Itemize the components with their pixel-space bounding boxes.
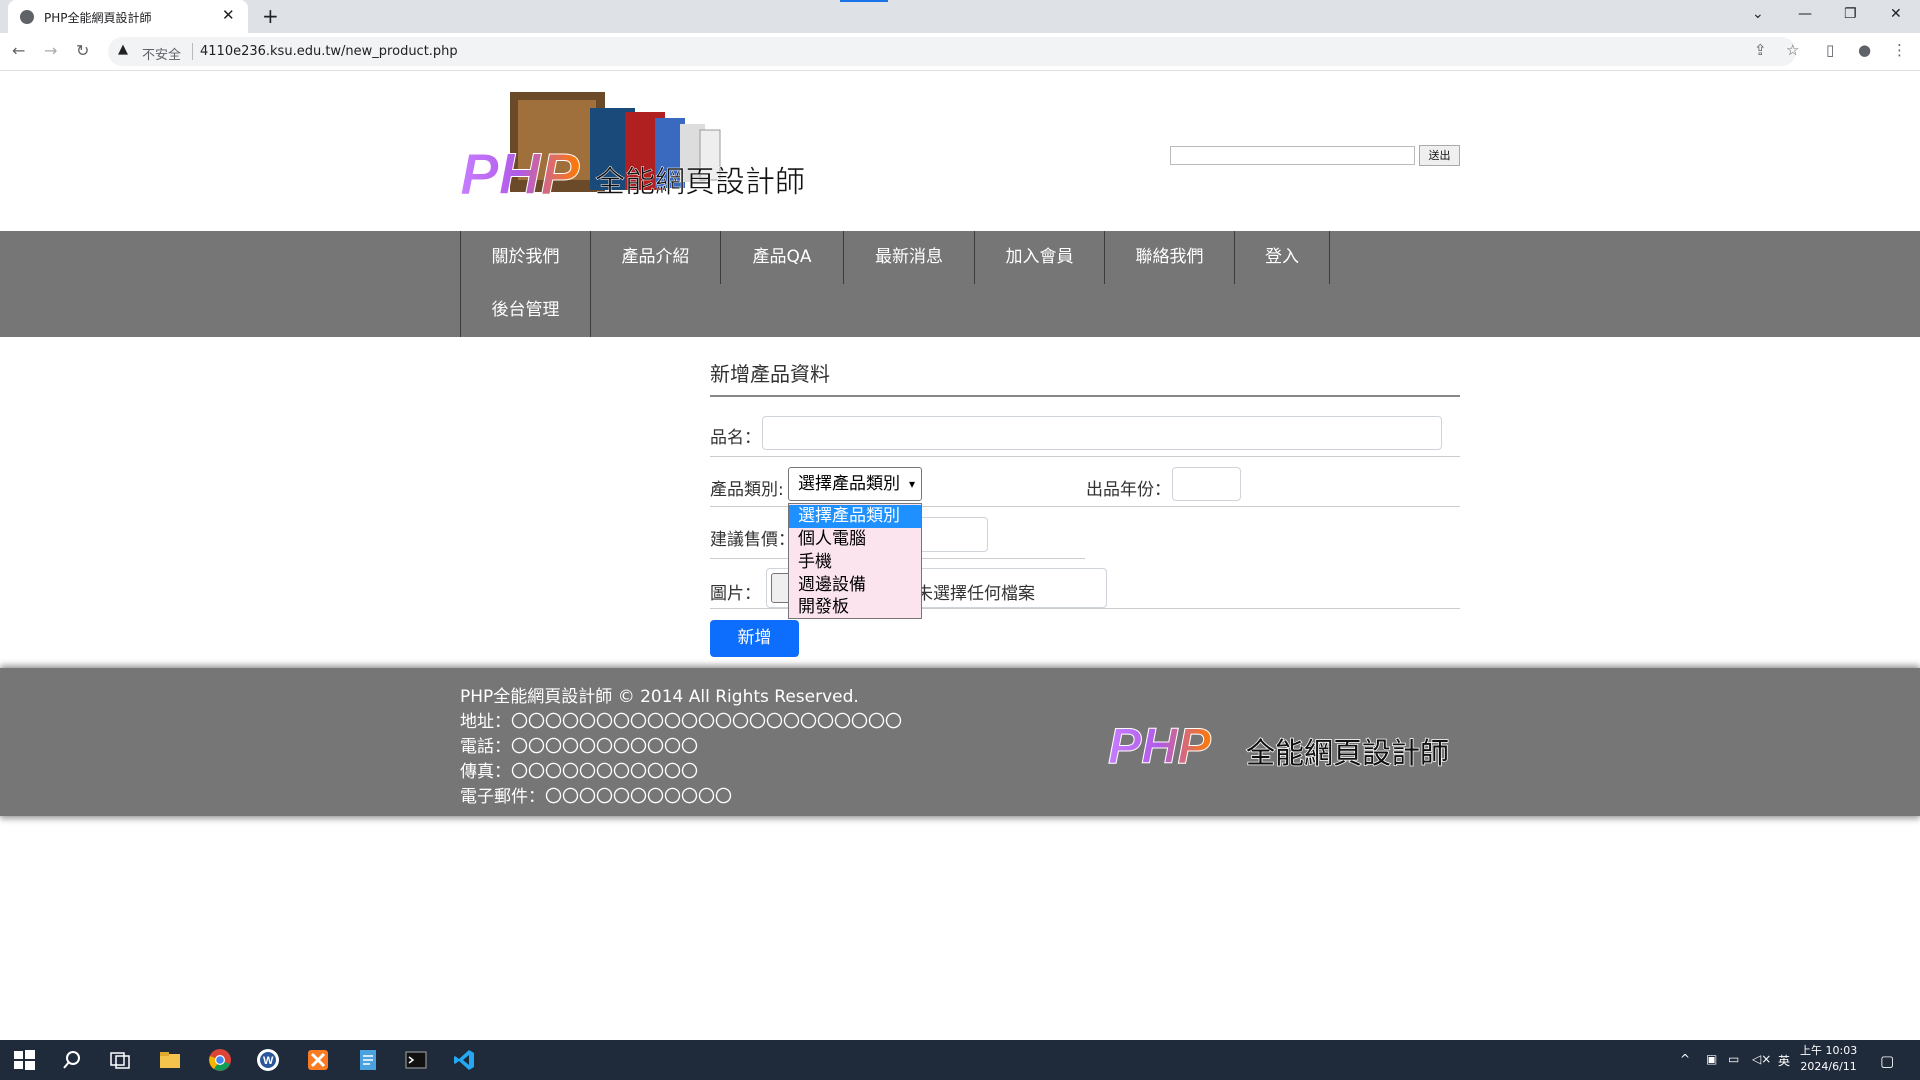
category-option[interactable]: 個人電腦 <box>789 528 921 551</box>
taskbar-clock[interactable]: 上午 10:03 2024/6/11 <box>1800 1043 1857 1075</box>
site-footer: PHP全能網頁設計師 © 2014 All Rights Reserved. 地… <box>0 668 1920 816</box>
footer-address: 地址：〇〇〇〇〇〇〇〇〇〇〇〇〇〇〇〇〇〇〇〇〇〇〇 <box>460 712 902 732</box>
category-option[interactable]: 開發板 <box>789 596 921 619</box>
name-label: 品名： <box>710 428 761 448</box>
footer-fax: 傳真：〇〇〇〇〇〇〇〇〇〇〇 <box>460 762 698 782</box>
warning-icon: ▲ <box>118 42 128 57</box>
side-panel-icon[interactable]: ▯ <box>1826 41 1834 59</box>
chevron-down-icon: ▾ <box>908 477 915 491</box>
footer-email: 電子郵件：〇〇〇〇〇〇〇〇〇〇〇 <box>460 787 732 807</box>
nav-item-join[interactable]: 加入會員 <box>974 231 1105 284</box>
price-label: 建議售價： <box>710 530 795 550</box>
tray-chevron-icon[interactable]: ^ <box>1680 1052 1690 1066</box>
minimize-icon[interactable]: — <box>1798 6 1812 22</box>
browser-tab-bar: PHP全能網頁設計師 ✕ + ⌄ — ❐ ✕ <box>0 0 1920 33</box>
menu-icon[interactable]: ⋮ <box>1892 41 1907 59</box>
terminal-icon[interactable] <box>404 1048 428 1072</box>
category-label: 產品類別: <box>710 480 784 500</box>
title-divider <box>710 395 1460 397</box>
address-bar[interactable]: ▲ 不安全 4110e236.ksu.edu.tw/new_product.ph… <box>108 37 1796 66</box>
footer-copyright: PHP全能網頁設計師 © 2014 All Rights Reserved. <box>460 687 859 707</box>
search-input[interactable] <box>1170 146 1415 165</box>
category-option[interactable]: 選擇產品類別 <box>789 505 921 528</box>
chrome-icon[interactable] <box>208 1048 232 1072</box>
back-icon[interactable]: ← <box>12 41 25 60</box>
nav-item-about[interactable]: 關於我們 <box>460 231 591 284</box>
form-title: 新增產品資料 <box>710 362 830 386</box>
ime-indicator[interactable]: 英 <box>1778 1052 1790 1069</box>
forward-icon[interactable]: → <box>44 41 57 60</box>
notification-icon[interactable]: ▢ <box>1880 1052 1894 1070</box>
nav-item-products[interactable]: 產品介紹 <box>590 231 721 284</box>
windows-taskbar: W ^ ▣ ▭ ◁× 英 上午 10:03 2024/6/11 ▢ <box>0 1040 1920 1080</box>
category-selected-value: 選擇產品類別 <box>798 474 900 494</box>
word-icon[interactable]: W <box>256 1048 280 1072</box>
logo-cn-text: 全能網頁設計師 <box>595 165 805 200</box>
footer-logo: PHP 全能網頁設計師 <box>1108 720 1450 770</box>
nav-item-admin[interactable]: 後台管理 <box>460 284 591 337</box>
share-icon[interactable]: ⇪ <box>1754 41 1767 59</box>
category-option[interactable]: 手機 <box>789 551 921 574</box>
clock-date: 2024/6/11 <box>1800 1060 1857 1073</box>
security-label: 不安全 <box>142 48 182 63</box>
row-divider <box>710 456 1460 457</box>
separator <box>192 43 193 60</box>
file-status-text: 未選擇任何檔案 <box>916 584 1035 604</box>
windows-start-icon[interactable] <box>12 1048 36 1072</box>
site-logo[interactable]: PHP 全能網頁設計師 <box>460 82 810 207</box>
nav-item-qa[interactable]: 產品QA <box>720 231 844 284</box>
nav-item-news[interactable]: 最新消息 <box>843 231 975 284</box>
clock-time: 上午 10:03 <box>1800 1044 1858 1057</box>
restore-icon[interactable]: ❐ <box>1844 6 1857 22</box>
category-option[interactable]: 週邊設備 <box>789 574 921 597</box>
category-dropdown-list: 選擇產品類別 個人電腦 手機 週邊設備 開發板 <box>788 503 922 619</box>
close-tab-icon[interactable]: ✕ <box>222 6 235 24</box>
meet-icon[interactable]: ▣ <box>1706 1052 1717 1066</box>
product-name-input[interactable] <box>762 416 1442 450</box>
footer-phone: 電話：〇〇〇〇〇〇〇〇〇〇〇 <box>460 737 698 757</box>
logo-php-text: PHP <box>460 142 580 207</box>
tab-title: PHP全能網頁設計師 <box>44 11 152 25</box>
reload-icon[interactable]: ↻ <box>76 41 89 60</box>
browser-tab[interactable]: PHP全能網頁設計師 ✕ <box>8 0 248 33</box>
nav-item-login[interactable]: 登入 <box>1234 231 1330 284</box>
svg-text:W: W <box>263 1055 274 1067</box>
search-submit-button[interactable]: 送出 <box>1419 145 1460 166</box>
close-window-icon[interactable]: ✕ <box>1890 6 1902 22</box>
category-select[interactable]: 選擇產品類別 ▾ <box>788 467 922 501</box>
file-explorer-icon[interactable] <box>158 1048 182 1072</box>
network-icon[interactable]: ▭ <box>1728 1052 1739 1066</box>
profile-icon[interactable]: ● <box>1858 41 1871 59</box>
footer-logo-php: PHP <box>1108 720 1211 770</box>
task-view-icon[interactable] <box>108 1048 132 1072</box>
search-icon[interactable] <box>60 1048 84 1072</box>
bookmark-star-icon[interactable]: ☆ <box>1786 41 1799 59</box>
submit-button[interactable]: 新增 <box>710 620 799 657</box>
image-label: 圖片： <box>710 584 761 604</box>
loading-indicator <box>840 0 888 2</box>
footer-logo-cn: 全能網頁設計師 <box>1246 736 1449 770</box>
nav-item-contact[interactable]: 聯絡我們 <box>1104 231 1235 284</box>
year-input[interactable] <box>1172 467 1241 501</box>
notepad-icon[interactable] <box>356 1048 380 1072</box>
main-nav: 關於我們 產品介紹 產品QA 最新消息 加入會員 聯絡我們 登入 後台管理 <box>0 231 1920 337</box>
browser-toolbar: ← → ↻ ▲ 不安全 4110e236.ksu.edu.tw/new_prod… <box>0 33 1920 71</box>
tab-search-icon[interactable]: ⌄ <box>1752 6 1764 22</box>
xampp-icon[interactable] <box>306 1048 330 1072</box>
url-text: 4110e236.ksu.edu.tw/new_product.php <box>200 44 458 59</box>
globe-icon <box>20 10 34 24</box>
new-tab-icon[interactable]: + <box>262 4 279 28</box>
vscode-icon[interactable] <box>452 1048 476 1072</box>
volume-muted-icon[interactable]: ◁× <box>1752 1052 1771 1066</box>
year-label: 出品年份： <box>1086 480 1171 500</box>
